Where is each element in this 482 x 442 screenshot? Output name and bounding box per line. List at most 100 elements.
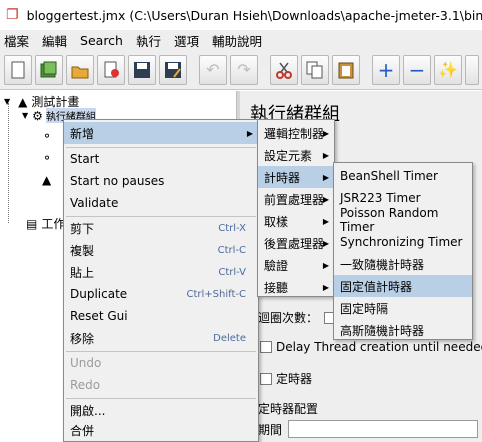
test-plan-icon: ▲ xyxy=(18,94,28,109)
menu-item-redo[interactable]: Redo xyxy=(64,374,258,396)
child-node-icon: ⚬ xyxy=(42,151,53,165)
menu-item-label: 移除 xyxy=(70,331,95,346)
save-icon[interactable] xyxy=(128,54,156,85)
redo-icon[interactable]: ↷ xyxy=(230,54,258,85)
tree-child-node[interactable]: ⚬ xyxy=(42,151,52,165)
menu-item-label: Duplicate xyxy=(70,287,128,301)
shortcut-label: Ctrl-V xyxy=(218,266,246,278)
tree-expand-handle-icon[interactable]: ▼ xyxy=(4,97,10,106)
menu-item-label: Validate xyxy=(70,196,119,210)
thread-group-gear-icon: ⚙ xyxy=(32,108,43,123)
menu-options[interactable]: 選項 xyxy=(174,31,199,50)
title-bar: ❐ bloggertest.jmx (C:\Users\Duran Hsieh\… xyxy=(0,0,482,30)
menu-item-label: 複製 xyxy=(70,243,95,258)
submenu-item-post-processor[interactable]: 後置處理器 ▶ xyxy=(258,232,334,254)
menu-run[interactable]: 執行 xyxy=(136,31,161,50)
menu-item-start-no-pauses[interactable]: Start no pauses xyxy=(64,170,258,192)
submenu-item-pre-processor[interactable]: 前置處理器 ▶ xyxy=(258,188,334,210)
delay-thread-label: Delay Thread creation until needed xyxy=(276,340,482,354)
open-icon[interactable] xyxy=(66,54,94,85)
menu-item-label: Redo xyxy=(70,378,101,392)
menu-edit[interactable]: 編輯 xyxy=(42,31,67,50)
copy-icon[interactable] xyxy=(301,54,329,85)
menu-item-remove[interactable]: 移除 Delete xyxy=(64,327,258,349)
submenu-arrow-icon: ▶ xyxy=(246,128,253,138)
timer-item-gaussian-random[interactable]: 高斯隨機計時器 xyxy=(334,319,472,341)
timer-item-synchronizing[interactable]: Synchronizing Timer xyxy=(334,231,472,253)
duration-label: 期間 xyxy=(258,422,283,437)
submenu-item-timer[interactable]: 計時器 ▶ xyxy=(258,166,334,188)
menu-item-undo[interactable]: Undo xyxy=(64,352,258,374)
menu-item-label: 接聽 xyxy=(264,280,289,295)
toggle-icon[interactable]: ✨ xyxy=(434,54,462,85)
tree-child-node[interactable]: ⚬ xyxy=(42,129,52,143)
menu-item-label: 取樣 xyxy=(264,214,289,229)
duration-input[interactable] xyxy=(288,420,479,438)
expand-icon[interactable]: + xyxy=(372,54,400,85)
menu-item-label: Synchronizing Timer xyxy=(340,235,463,249)
timer-item-constant-throughput[interactable]: 固定時隔 xyxy=(334,297,472,319)
menu-item-start[interactable]: Start xyxy=(64,148,258,170)
scheduler-config-heading: 定時器配置 xyxy=(258,400,318,417)
templates-icon[interactable] xyxy=(35,54,63,85)
menu-item-copy[interactable]: 複製 Ctrl-C xyxy=(64,239,258,261)
menu-item-reset-gui[interactable]: Reset Gui xyxy=(64,305,258,327)
menu-item-label: 合併 xyxy=(70,423,95,438)
scheduler-label: 定時器 xyxy=(276,372,313,386)
loop-count-row: 迴圈次數： xyxy=(258,309,340,326)
menu-search[interactable]: Search xyxy=(80,33,123,48)
more-icon[interactable] xyxy=(465,54,479,85)
menu-item-label: BeanShell Timer xyxy=(340,169,438,183)
menu-item-label: 高斯隨機計時器 xyxy=(340,323,425,338)
menu-item-label: 驗證 xyxy=(264,258,289,273)
menu-item-label: 後置處理器 xyxy=(264,236,325,251)
save-as-icon[interactable] xyxy=(159,54,187,85)
submenu-item-sampler[interactable]: 取樣 ▶ xyxy=(258,210,334,232)
paste-icon[interactable] xyxy=(332,54,360,85)
cut-icon[interactable] xyxy=(270,54,298,85)
menu-item-open[interactable]: 開啟... xyxy=(64,399,258,421)
collapse-icon[interactable]: − xyxy=(403,54,431,85)
tree-node-workbench[interactable]: ▤ 工作 xyxy=(26,215,65,232)
close-icon[interactable] xyxy=(97,54,125,85)
add-submenu: 邏輯控制器 ▶ 設定元素 ▶ 計時器 ▶ 前置處理器 ▶ 取樣 ▶ 後置處理器 ▶ 驗證 ▶ … xyxy=(257,119,335,297)
tree-expand-handle-icon[interactable]: ▼ xyxy=(22,111,28,120)
menu-item-label: 計時器 xyxy=(264,170,301,185)
jmeter-feather-icon: ❐ xyxy=(6,7,19,23)
timer-item-beanshell[interactable]: BeanShell Timer xyxy=(334,165,472,187)
submenu-arrow-icon: ▶ xyxy=(322,194,329,204)
menu-item-paste[interactable]: 貼上 Ctrl-V xyxy=(64,261,258,283)
submenu-arrow-icon: ▶ xyxy=(322,216,329,226)
submenu-item-assertion[interactable]: 驗證 ▶ xyxy=(258,254,334,276)
timer-item-constant[interactable]: 固定值計時器 xyxy=(334,275,472,297)
menu-help[interactable]: 輔助說明 xyxy=(212,31,262,50)
scheduler-checkbox[interactable] xyxy=(260,372,272,385)
submenu-arrow-icon: ▶ xyxy=(322,260,329,270)
submenu-arrow-icon: ▶ xyxy=(322,238,329,248)
menu-item-label: 開啟... xyxy=(70,403,106,418)
menu-file[interactable]: 檔案 xyxy=(4,31,29,50)
menu-item-label: Start no pauses xyxy=(70,174,165,188)
workbench-icon: ▤ xyxy=(26,216,38,231)
menu-item-label: 一致隨機計時器 xyxy=(340,257,425,272)
submenu-item-config-element[interactable]: 設定元素 ▶ xyxy=(258,144,334,166)
scheduler-config-label: 定時器配置 xyxy=(258,402,319,416)
loop-count-label: 迴圈次數： xyxy=(258,311,319,325)
tree-child-node[interactable]: ▲ xyxy=(42,173,51,187)
menu-item-merge[interactable]: 合併 xyxy=(64,419,258,441)
submenu-item-logic-controller[interactable]: 邏輯控制器 ▶ xyxy=(258,122,334,144)
shortcut-label: Delete xyxy=(213,332,246,344)
submenu-item-listener[interactable]: 接聽 ▶ xyxy=(258,276,334,298)
menu-item-validate[interactable]: Validate xyxy=(64,192,258,214)
menu-item-duplicate[interactable]: Duplicate Ctrl+Shift-C xyxy=(64,283,258,305)
new-icon[interactable] xyxy=(4,54,32,85)
delay-thread-checkbox[interactable] xyxy=(260,341,272,353)
menu-item-add[interactable]: 新增 ▶ xyxy=(64,122,258,144)
menu-item-label: JSR223 Timer xyxy=(340,191,421,205)
undo-icon[interactable]: ↶ xyxy=(199,54,227,85)
menu-item-cut[interactable]: 剪下 Ctrl-X xyxy=(64,217,258,239)
timer-item-uniform-random[interactable]: 一致隨機計時器 xyxy=(334,253,472,275)
timer-item-poisson-random[interactable]: Poisson Random Timer xyxy=(334,206,472,234)
menu-item-label: 新增 xyxy=(70,126,95,141)
menu-item-label: 前置處理器 xyxy=(264,192,325,207)
